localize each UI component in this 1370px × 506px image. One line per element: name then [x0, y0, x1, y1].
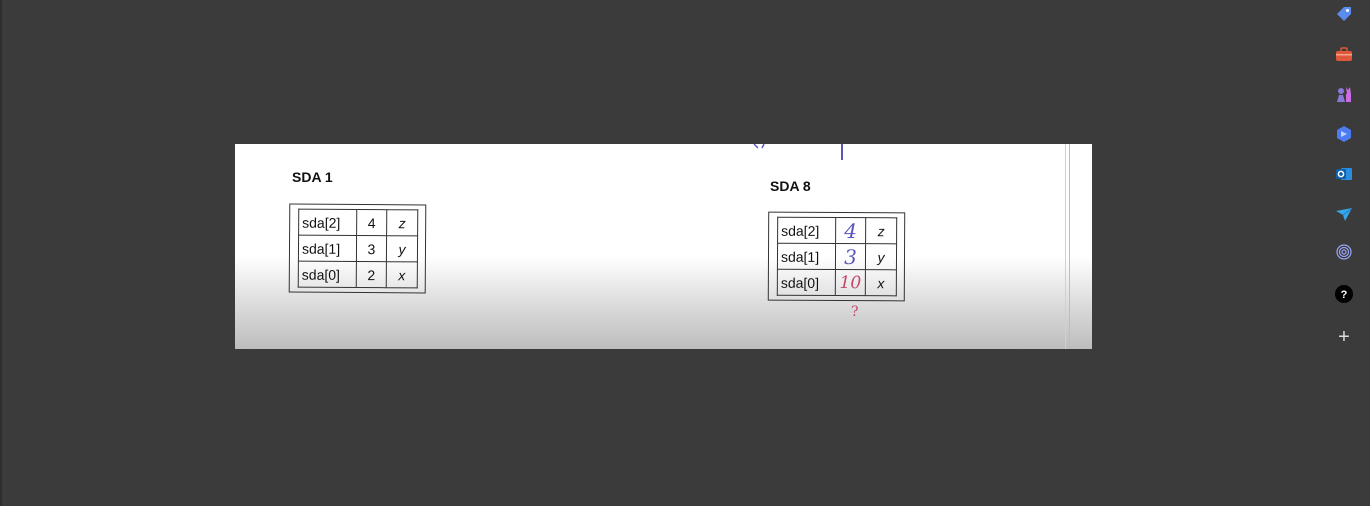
var-cell: z	[386, 209, 418, 236]
table-row: sda[0] 2 x	[298, 261, 418, 288]
var-cell: x	[865, 269, 897, 296]
value-cell: 4	[356, 209, 387, 236]
handwritten-marks	[753, 144, 843, 160]
edge-sidebar: ? +	[1320, 0, 1370, 506]
var-cell: x	[386, 261, 418, 288]
outlook-icon[interactable]	[1335, 165, 1353, 183]
value-cell: 10	[835, 269, 866, 296]
sda1-table-frame: sda[2] 4 z sda[1] 3 y sda[0] 2 x	[288, 203, 427, 294]
help-icon[interactable]: ?	[1335, 285, 1353, 303]
sda8-table-frame: sda[2] 4 z sda[1] 3 y sda[0] 10 x	[767, 211, 906, 302]
fingerprint-icon[interactable]	[1335, 243, 1353, 261]
value-cell: 3	[356, 235, 387, 262]
toolbox-icon[interactable]	[1335, 45, 1353, 63]
value-cell: 3	[835, 243, 866, 270]
sda-cell: sda[2]	[298, 209, 357, 236]
page-edge-line	[1069, 144, 1070, 349]
table-row: sda[1] 3 y	[777, 243, 897, 270]
table-row: sda[2] 4 z	[777, 217, 897, 244]
sda-cell: sda[1]	[298, 235, 357, 262]
table-row: sda[1] 3 y	[298, 235, 418, 262]
var-cell: z	[865, 217, 897, 244]
value-cell: 4	[835, 217, 866, 244]
handwritten-question-mark: ?	[851, 304, 859, 320]
sda8-title: SDA 8	[770, 178, 811, 194]
sda8-table: sda[2] 4 z sda[1] 3 y sda[0] 10 x	[777, 217, 897, 297]
copilot-icon[interactable]	[1335, 125, 1353, 143]
sda-cell: sda[0]	[777, 269, 836, 296]
sda1-table: sda[2] 4 z sda[1] 3 y sda[0] 2 x	[298, 209, 419, 289]
document-view: SDA 1 sda[2] 4 z sda[1] 3 y sda[0] 2 x S…	[235, 144, 1092, 349]
tag-icon[interactable]	[1335, 5, 1353, 23]
sda1-title: SDA 1	[292, 169, 333, 185]
chess-icon[interactable]	[1335, 85, 1353, 103]
add-icon[interactable]: +	[1335, 326, 1353, 348]
table-row: sda[0] 10 x	[777, 269, 897, 296]
send-icon[interactable]	[1335, 205, 1353, 223]
left-edge	[0, 0, 2, 506]
help-glyph: ?	[1341, 289, 1348, 301]
var-cell: y	[386, 235, 418, 262]
table-row: sda[2] 4 z	[298, 209, 418, 236]
sda-cell: sda[2]	[777, 217, 836, 244]
value-cell: 2	[356, 261, 387, 288]
sda-cell: sda[0]	[298, 261, 357, 288]
sda-cell: sda[1]	[777, 243, 836, 270]
var-cell: y	[865, 243, 897, 270]
page-edge-line-inner	[1065, 144, 1066, 349]
